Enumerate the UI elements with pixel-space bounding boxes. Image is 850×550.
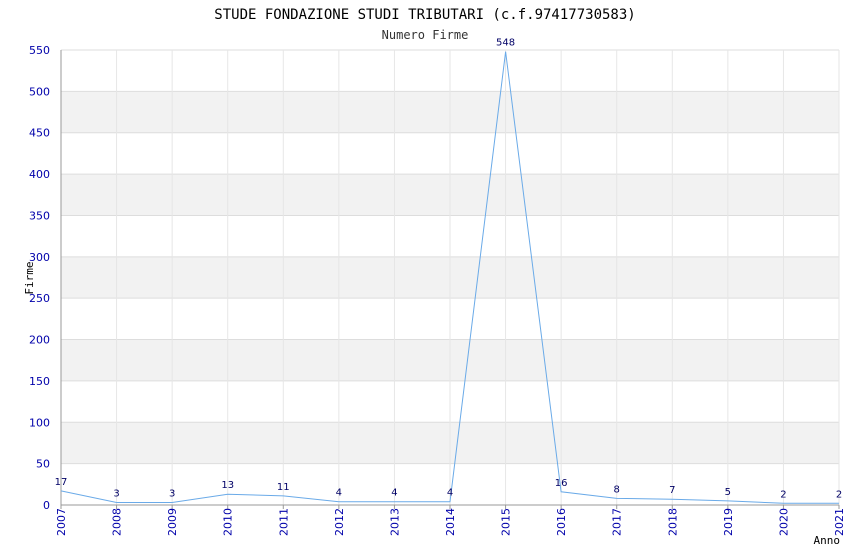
y-tick-label: 0 xyxy=(43,499,50,512)
y-tick-label: 150 xyxy=(29,375,50,388)
x-tick-label: 2014 xyxy=(444,508,457,536)
data-label: 2 xyxy=(780,489,786,500)
x-tick-label: 2010 xyxy=(222,508,235,536)
y-tick-label: 200 xyxy=(29,334,50,347)
x-tick-label: 2013 xyxy=(388,508,401,536)
y-tick-label: 50 xyxy=(36,458,50,471)
data-label: 3 xyxy=(169,489,175,500)
y-axis-title: Firme xyxy=(23,261,36,294)
y-tick-label: 550 xyxy=(29,44,50,57)
x-tick-label: 2012 xyxy=(333,508,346,536)
x-tick-label: 2018 xyxy=(666,508,679,536)
x-tick-label: 2020 xyxy=(777,508,790,536)
chart-subtitle: Numero Firme xyxy=(382,28,469,42)
y-tick-label: 400 xyxy=(29,168,50,181)
y-tick-label: 100 xyxy=(29,416,50,429)
x-tick-label: 2009 xyxy=(166,508,179,536)
y-tick-label: 450 xyxy=(29,127,50,140)
data-label: 8 xyxy=(614,484,620,495)
data-label: 17 xyxy=(55,477,68,488)
x-tick-label: 2016 xyxy=(555,508,568,536)
x-tick-label: 2017 xyxy=(611,508,624,536)
y-tick-label: 350 xyxy=(29,209,50,222)
y-tick-label: 500 xyxy=(29,85,50,98)
x-tick-label: 2007 xyxy=(55,508,68,536)
data-label: 11 xyxy=(277,482,290,493)
data-label: 16 xyxy=(555,478,568,489)
chart-title: STUDE FONDAZIONE STUDI TRIBUTARI (c.f.97… xyxy=(214,7,635,23)
data-label: 4 xyxy=(336,488,342,499)
line-chart: STUDE FONDAZIONE STUDI TRIBUTARI (c.f.97… xyxy=(23,7,846,547)
x-tick-label: 2011 xyxy=(277,508,290,536)
x-tick-label: 2021 xyxy=(833,508,846,536)
x-tick-label: 2008 xyxy=(111,508,124,536)
data-label: 4 xyxy=(447,488,453,499)
data-label: 5 xyxy=(725,487,731,498)
x-tick-label: 2019 xyxy=(722,508,735,536)
data-label: 4 xyxy=(391,488,397,499)
x-axis-tick-labels: 2007 2008 2009 2010 2011 2012 2013 2014 2015 2016… xyxy=(55,508,846,536)
data-label: 7 xyxy=(669,485,675,496)
data-label: 548 xyxy=(496,38,515,49)
x-axis-title: Anno xyxy=(814,534,841,547)
data-label: 2 xyxy=(836,489,842,500)
data-label: 13 xyxy=(221,480,234,491)
data-label: 3 xyxy=(113,489,119,500)
x-tick-label: 2015 xyxy=(500,508,513,536)
